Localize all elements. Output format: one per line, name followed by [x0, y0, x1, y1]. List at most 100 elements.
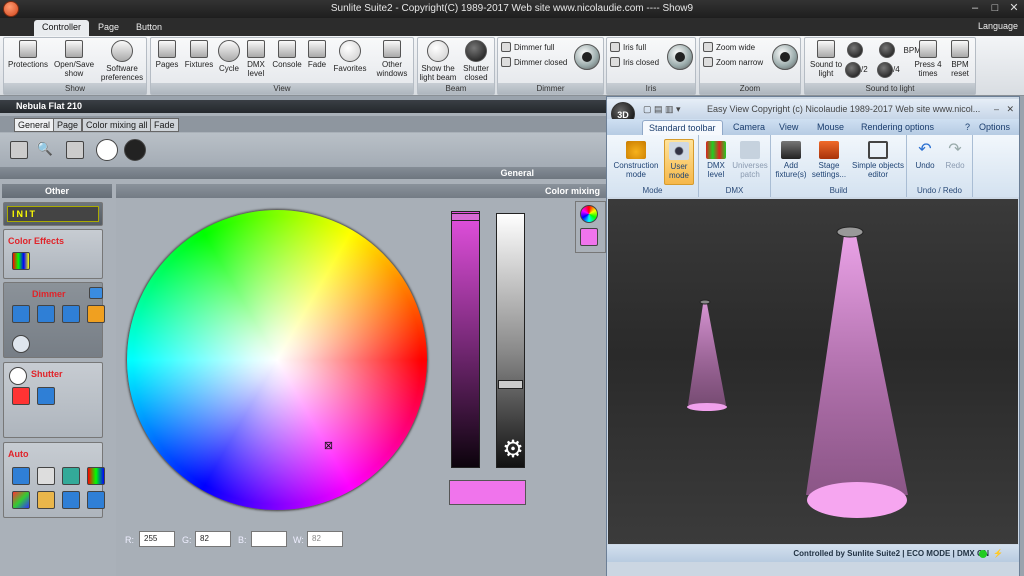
zoom-knob[interactable]	[772, 44, 798, 70]
iris-knob[interactable]	[667, 44, 693, 70]
tab-mouse[interactable]: Mouse	[811, 120, 850, 135]
pages-button[interactable]: Pages	[153, 40, 181, 69]
tab-view[interactable]: View	[773, 120, 804, 135]
bpm-reset-button[interactable]: BPM reset	[945, 40, 975, 78]
b-value-field[interactable]	[251, 531, 287, 547]
auto-label: Auto	[8, 449, 29, 459]
dimmer-full-button[interactable]: Dimmer full	[501, 42, 554, 52]
fixtures-button[interactable]: Fixtures	[183, 40, 215, 69]
dimmer-random-icon[interactable]	[87, 305, 105, 323]
add-fixtures-button[interactable]: Add fixture(s)	[773, 139, 809, 179]
minimize-icon[interactable]: –	[968, 2, 982, 15]
dimmer-up-icon[interactable]	[37, 305, 55, 323]
stage-settings-button[interactable]: Stage settings...	[809, 139, 849, 179]
ez-dmx-level-button[interactable]: DMX level	[703, 139, 729, 179]
ez-close-icon[interactable]: ✕	[1006, 99, 1014, 119]
gear-icon[interactable]: ⚙	[500, 437, 526, 463]
tab-button[interactable]: Button	[128, 20, 170, 36]
easy-view-quick-icons[interactable]: ▢ ▤ ▥ ▾	[643, 99, 681, 119]
open-save-show-button[interactable]: Open/Save show	[52, 40, 96, 78]
redo-button[interactable]: ↷ Redo	[941, 139, 969, 170]
dimmer-down-icon[interactable]	[62, 305, 80, 323]
tab-fade[interactable]: Fade	[150, 118, 179, 132]
fixture-small[interactable]	[699, 299, 711, 305]
g-value-field[interactable]: 82	[195, 531, 231, 547]
w-value-field[interactable]: 82	[307, 531, 343, 547]
r-value-field[interactable]: 255	[139, 531, 175, 547]
tab-controller[interactable]: Controller	[34, 20, 90, 36]
press-4-times-button[interactable]: Press 4 times	[911, 40, 945, 78]
3d-viewport[interactable]	[608, 199, 1018, 544]
dimmer-dial-icon[interactable]	[12, 335, 30, 353]
tab-standard-toolbar[interactable]: Standard toolbar	[642, 120, 723, 135]
iris-closed-button[interactable]: Iris closed	[610, 57, 659, 67]
shutter-off-icon[interactable]	[12, 387, 30, 405]
quarter-tempo-button[interactable]: /4	[877, 62, 907, 78]
no-func-icon[interactable]	[12, 467, 30, 485]
dimmer-closed-button[interactable]: Dimmer closed	[501, 57, 567, 67]
fixture-large[interactable]	[836, 226, 864, 238]
construction-mode-button[interactable]: Construction mode	[611, 139, 661, 179]
dmx-level-button[interactable]: DMX level	[243, 40, 269, 78]
white-slider-handle[interactable]	[498, 380, 523, 389]
console-button[interactable]: Console	[271, 40, 303, 69]
language-menu[interactable]: Language	[978, 21, 1018, 31]
white-level-slider[interactable]	[496, 213, 525, 468]
tab-general[interactable]: General	[14, 118, 55, 132]
options-menu[interactable]: Options	[973, 120, 1016, 135]
auto-sound-icon[interactable]	[62, 491, 80, 509]
tab-camera[interactable]: Camera	[727, 120, 771, 135]
init-box[interactable]: INIT	[3, 202, 103, 226]
color-all-mode-icon[interactable]	[580, 228, 598, 246]
software-preferences-button[interactable]: Software preferences	[98, 40, 146, 82]
simple-objects-editor-button[interactable]: Simple objects editor	[851, 139, 905, 179]
user-mode-button[interactable]: User mode	[664, 139, 694, 185]
favorites-button[interactable]: Favorites	[331, 40, 369, 73]
black-circle-icon[interactable]	[124, 139, 146, 161]
dimmer-knob[interactable]	[574, 44, 600, 70]
tab-page[interactable]: Page	[90, 20, 127, 36]
color-intensity-slider[interactable]	[451, 211, 480, 468]
search-icon[interactable]: 🔍	[36, 141, 54, 159]
half-tempo-button[interactable]: /2	[845, 62, 875, 78]
tab-color-mixing-all[interactable]: Color mixing all	[82, 118, 152, 132]
maximize-icon[interactable]: □	[988, 2, 1002, 15]
dimmer-ramp-icon[interactable]	[12, 305, 30, 323]
tab-rendering-options[interactable]: Rendering options	[855, 120, 940, 135]
group-show-label: Show	[4, 83, 146, 94]
ez-minimize-icon[interactable]: –	[994, 99, 999, 119]
quarter-tempo-top-button[interactable]	[877, 42, 897, 60]
cycle-button[interactable]: Cycle	[217, 40, 241, 73]
screen-icon[interactable]	[10, 141, 28, 159]
dimmer-preset-icon[interactable]	[89, 287, 103, 299]
speaker-icon[interactable]	[37, 491, 55, 509]
color-slider-handle[interactable]	[451, 213, 480, 221]
sound-to-light-button[interactable]: Sound to light	[807, 40, 845, 78]
other-windows-button[interactable]: Other windows	[371, 40, 413, 78]
grid-icon[interactable]	[66, 141, 84, 159]
iris-full-button[interactable]: Iris full	[610, 42, 646, 52]
init-button[interactable]: INIT	[7, 206, 99, 222]
universes-patch-button[interactable]: Universes patch	[731, 139, 769, 179]
color-effects-icon[interactable]	[12, 252, 30, 270]
white-circle-icon[interactable]	[96, 139, 118, 161]
shutter-closed-button[interactable]: Shutter closed	[458, 40, 494, 82]
auto-program-icon[interactable]	[62, 467, 80, 485]
fade-button[interactable]: Fade	[305, 40, 329, 69]
color-picker-cursor-icon[interactable]: ⊠	[323, 441, 334, 452]
color-auto-icon[interactable]	[37, 467, 55, 485]
color-wheel-mode-icon[interactable]	[580, 205, 598, 223]
half-tempo-top-button[interactable]	[845, 42, 865, 60]
zoom-wide-button[interactable]: Zoom wide	[703, 42, 755, 52]
show-light-beam-button[interactable]: Show the light beam	[419, 40, 457, 82]
auto-color-icon[interactable]	[87, 467, 105, 485]
color-wheel[interactable]	[126, 209, 428, 511]
strobe-icon[interactable]	[37, 387, 55, 405]
close-icon[interactable]: ✕	[1007, 2, 1021, 15]
tab-page-sub[interactable]: Page	[53, 118, 83, 132]
zoom-narrow-button[interactable]: Zoom narrow	[703, 57, 763, 67]
auto-wave-icon[interactable]	[87, 491, 105, 509]
rainbow-icon[interactable]	[12, 491, 30, 509]
protections-button[interactable]: Protections	[6, 40, 50, 69]
undo-button[interactable]: ↶ Undo	[911, 139, 939, 170]
